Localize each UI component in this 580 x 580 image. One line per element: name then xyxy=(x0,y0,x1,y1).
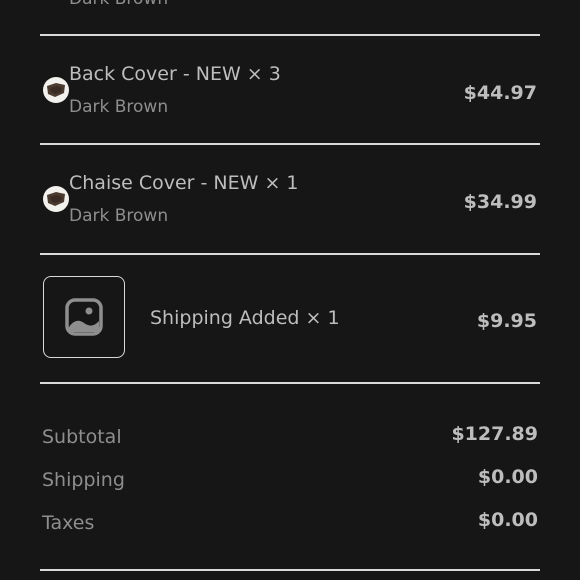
taxes-value: $0.00 xyxy=(477,509,538,531)
item-title: Chaise Cover - NEW × 1 xyxy=(69,172,299,194)
taxes-label: Taxes xyxy=(42,512,95,534)
item-title: Shipping Added × 1 xyxy=(150,307,340,329)
cushion-thumbnail xyxy=(43,77,69,103)
item-variant: Dark Brown xyxy=(69,97,169,117)
divider xyxy=(40,569,540,571)
shipping-label: Shipping xyxy=(42,469,125,491)
shipping-value: $0.00 xyxy=(477,466,538,488)
top-item-variant: Dark Brown xyxy=(69,0,168,9)
divider xyxy=(40,253,540,255)
image-placeholder-icon xyxy=(65,298,103,336)
item-variant: Dark Brown xyxy=(69,206,169,226)
image-placeholder xyxy=(43,276,125,358)
item-price: $9.95 xyxy=(476,310,537,332)
subtotal-label: Subtotal xyxy=(42,426,122,448)
cushion-thumbnail xyxy=(43,186,69,212)
divider xyxy=(40,34,540,36)
divider xyxy=(40,382,540,384)
item-price: $34.99 xyxy=(463,191,537,213)
item-price: $44.97 xyxy=(463,82,537,104)
subtotal-value: $127.89 xyxy=(451,423,538,445)
divider xyxy=(40,143,540,145)
item-title: Back Cover - NEW × 3 xyxy=(69,63,281,85)
